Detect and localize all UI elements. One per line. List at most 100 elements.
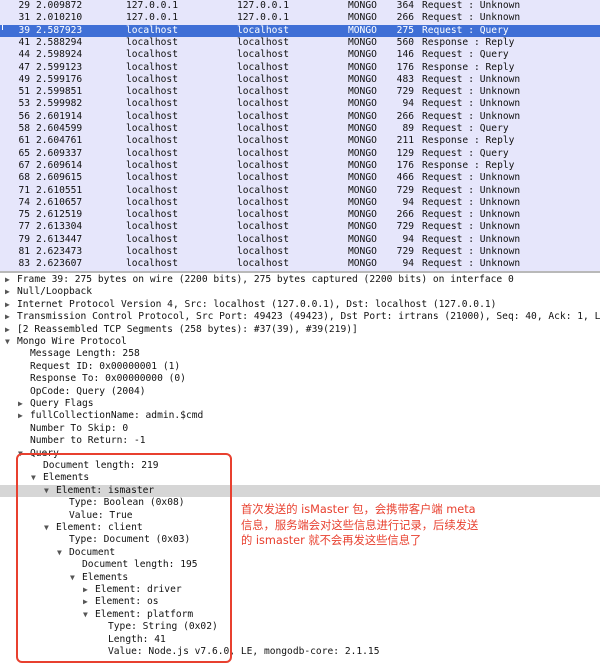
tree-node[interactable]: ▶ Transmission Control Protocol, Src Port… <box>0 311 600 323</box>
collapsed-triangle-icon[interactable]: ▶ <box>18 410 23 422</box>
packet-row[interactable]: 41 2.588294 localhost localhost MONGO 560 Resp… <box>0 37 600 49</box>
packet-row[interactable]: 56 2.601914 localhost localhost MONGO 266 Requ… <box>0 111 600 123</box>
packet-list[interactable]: 29 2.009872 127.0.0.1 127.0.0.1 MONGO 364 Requ… <box>0 0 600 271</box>
packet-destination: localhost <box>237 110 289 122</box>
packet-number: 56 <box>18 110 30 122</box>
packet-number: 65 <box>18 147 30 159</box>
packet-row[interactable]: 74 2.610657 localhost localhost MONGO 94 Reque… <box>0 197 600 209</box>
collapsed-triangle-icon[interactable]: ▶ <box>5 286 10 298</box>
tree-node-label: Request ID: 0x00000001 (1) <box>30 360 181 372</box>
tree-node[interactable]: Message Length: 258 <box>0 348 600 360</box>
tree-node-label: Number To Skip: 0 <box>30 422 129 434</box>
packet-row[interactable]: 44 2.598924 localhost localhost MONGO 146 Requ… <box>0 49 600 61</box>
packet-protocol: MONGO <box>348 12 377 24</box>
packet-length: 94 <box>402 196 414 208</box>
packet-protocol: MONGO <box>348 135 377 147</box>
packet-protocol: MONGO <box>348 184 377 196</box>
packet-number: 39 <box>18 24 30 36</box>
tree-node-label: OpCode: Query (2004) <box>30 385 146 397</box>
packet-number: 51 <box>18 86 30 98</box>
packet-row[interactable]: 58 2.604599 localhost localhost MONGO 89 Reque… <box>0 123 600 135</box>
packet-info: Request : Unknown <box>422 209 521 221</box>
packet-destination: localhost <box>237 233 289 245</box>
packet-info: Request : Unknown <box>422 172 521 184</box>
packet-row[interactable]: 68 2.609615 localhost localhost MONGO 466 Requ… <box>0 172 600 184</box>
packet-time: 2.623607 <box>36 258 83 270</box>
packet-row[interactable]: 71 2.610551 localhost localhost MONGO 729 Requ… <box>0 185 600 197</box>
packet-info: Request : Unknown <box>422 73 521 85</box>
collapsed-triangle-icon[interactable]: ▶ <box>18 398 23 410</box>
tree-node[interactable]: OpCode: Query (2004) <box>0 386 600 398</box>
packet-row[interactable]: 81 2.623473 localhost localhost MONGO 729 Requ… <box>0 246 600 258</box>
collapsed-triangle-icon[interactable]: ▶ <box>5 311 10 323</box>
tree-node[interactable]: Number To Skip: 0 <box>0 423 600 435</box>
packet-destination: localhost <box>237 24 289 36</box>
collapsed-triangle-icon[interactable]: ▶ <box>5 324 10 336</box>
tree-node[interactable]: Response To: 0x00000000 (0) <box>0 373 600 385</box>
packet-row[interactable]: 47 2.599123 localhost localhost MONGO 176 Resp… <box>0 62 600 74</box>
packet-protocol: MONGO <box>348 49 377 61</box>
packet-length: 129 <box>396 147 414 159</box>
packet-length: 266 <box>396 209 414 221</box>
packet-destination: localhost <box>237 135 289 147</box>
collapsed-triangle-icon[interactable]: ▶ <box>5 299 10 311</box>
packet-row[interactable]: 75 2.612519 localhost localhost MONGO 266 Requ… <box>0 209 600 221</box>
tree-node-label: Null/Loopback <box>17 286 93 298</box>
packet-row[interactable]: 49 2.599176 localhost localhost MONGO 483 Requ… <box>0 74 600 86</box>
packet-info: Request : Unknown <box>422 110 521 122</box>
annotation-box <box>16 453 232 663</box>
tree-node[interactable]: ▶ Null/Loopback <box>0 286 600 298</box>
packet-destination: localhost <box>237 36 289 48</box>
packet-number: 44 <box>18 49 30 61</box>
tree-node[interactable]: ▶ Query Flags <box>0 398 600 410</box>
packet-length: 729 <box>396 86 414 98</box>
packet-row[interactable]: 61 2.604761 localhost localhost MONGO 211 Resp… <box>0 135 600 147</box>
packet-row[interactable]: 39 2.587923 localhost localhost MONGO 275 Requ… <box>0 24 600 37</box>
expanded-triangle-icon[interactable]: ▼ <box>5 336 10 348</box>
packet-info: Request : Query <box>422 24 509 36</box>
packet-number: 81 <box>18 246 30 257</box>
packet-row[interactable]: 65 2.609337 localhost localhost MONGO 129 Requ… <box>0 148 600 160</box>
packet-row[interactable]: 51 2.599851 localhost localhost MONGO 729 Requ… <box>0 86 600 98</box>
packet-row[interactable]: 29 2.009872 127.0.0.1 127.0.0.1 MONGO 364 Requ… <box>0 0 600 12</box>
packet-source: localhost <box>126 196 178 208</box>
packet-source: 127.0.0.1 <box>126 12 178 24</box>
packet-length: 94 <box>402 233 414 245</box>
packet-info: Request : Query <box>422 123 509 134</box>
packet-row[interactable]: 53 2.599982 localhost localhost MONGO 94 Reque… <box>0 98 600 110</box>
packet-row[interactable]: 83 2.623607 localhost localhost MONGO 94 Reque… <box>0 258 600 270</box>
tree-node-label: Mongo Wire Protocol <box>17 336 127 347</box>
tree-node[interactable]: Request ID: 0x00000001 (1) <box>0 361 600 373</box>
tree-node-label: Query Flags <box>30 398 94 409</box>
packet-row[interactable]: 67 2.609614 localhost localhost MONGO 176 Resp… <box>0 160 600 172</box>
packet-row[interactable]: 79 2.613447 localhost localhost MONGO 94 Reque… <box>0 234 600 246</box>
packet-protocol: MONGO <box>348 73 377 85</box>
packet-number: 31 <box>18 12 30 24</box>
tree-node[interactable]: Number to Return: -1 <box>0 435 600 447</box>
packet-time: 2.601914 <box>36 110 83 122</box>
annotation-line: 首次发送的 isMaster 包，会携带客户端 meta <box>241 503 476 516</box>
packet-source: localhost <box>126 61 178 73</box>
packet-source: localhost <box>126 159 178 171</box>
packet-length: 729 <box>396 184 414 196</box>
packet-info: Request : Unknown <box>422 86 521 98</box>
packet-row[interactable]: 31 2.010210 127.0.0.1 127.0.0.1 MONGO 266 Requ… <box>0 12 600 24</box>
packet-info: Request : Unknown <box>422 233 521 245</box>
packet-info: Request : Unknown <box>422 258 521 270</box>
tree-node[interactable]: ▶ fullCollectionName: admin.$cmd <box>0 410 600 422</box>
tree-node[interactable]: ▼ Mongo Wire Protocol <box>0 336 600 348</box>
collapsed-triangle-icon[interactable]: ▶ <box>5 274 10 286</box>
packet-length: 94 <box>402 258 414 270</box>
packet-time: 2.587923 <box>36 24 83 36</box>
packet-protocol: MONGO <box>348 24 377 36</box>
packet-time: 2.613304 <box>36 221 83 233</box>
packet-protocol: MONGO <box>348 147 377 159</box>
tree-node-label: [2 Reassembled TCP Segments (258 bytes):… <box>17 323 358 335</box>
tree-node[interactable]: ▶ [2 Reassembled TCP Segments (258 bytes)… <box>0 324 600 336</box>
packet-length: 89 <box>402 123 414 134</box>
packet-protocol: MONGO <box>348 159 377 171</box>
packet-protocol: MONGO <box>348 0 377 11</box>
packet-row[interactable]: 77 2.613304 localhost localhost MONGO 729 Requ… <box>0 221 600 233</box>
tree-node[interactable]: ▶ Frame 39: 275 bytes on wire (2200 bits)… <box>0 274 600 286</box>
tree-node[interactable]: ▶ Internet Protocol Version 4, Src: local… <box>0 299 600 311</box>
